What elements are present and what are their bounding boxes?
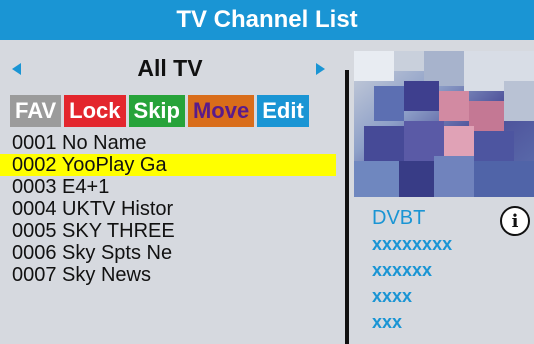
channel-info: DVBT xxxxxxxx xxxxxx xxxx xxx <box>372 205 452 335</box>
fav-button[interactable]: FAV <box>10 95 62 127</box>
lock-button[interactable]: Lock <box>64 95 126 127</box>
channel-pane: All TV FAV Lock Skip Move Edit 0001 No N… <box>0 40 340 344</box>
page-title: TV Channel List <box>176 6 358 33</box>
function-buttons: FAV Lock Skip Move Edit <box>10 95 312 127</box>
edit-button[interactable]: Edit <box>257 95 309 127</box>
channel-list-screen: TV Channel List All TV FAV Lock Skip Mov… <box>0 0 534 344</box>
right-arrow-icon[interactable] <box>316 63 325 75</box>
title-bar: TV Channel List <box>0 0 534 40</box>
channel-item[interactable]: 0003 E4+1 <box>0 176 336 198</box>
scrollbar[interactable] <box>345 70 349 344</box>
info-icon[interactable]: i <box>500 206 530 236</box>
info-line: xxxxxx <box>372 260 433 280</box>
info-type: DVBT <box>372 207 426 229</box>
group-selector[interactable]: All TV <box>0 48 340 88</box>
info-line: xxx <box>372 312 403 332</box>
channel-item[interactable]: 0006 Sky Spts Ne <box>0 242 336 264</box>
info-line: xxxxxxxx <box>372 234 453 254</box>
channel-item[interactable]: 0004 UKTV Histor <box>0 198 336 220</box>
skip-button[interactable]: Skip <box>128 95 185 127</box>
move-button[interactable]: Move <box>187 95 255 127</box>
channel-item[interactable]: 0007 Sky News <box>0 264 336 286</box>
info-glyph: i <box>511 210 519 232</box>
video-preview <box>354 51 534 197</box>
info-line: xxxx <box>372 286 413 306</box>
channel-item-selected[interactable]: 0002 YooPlay Ga <box>0 154 336 176</box>
channel-item[interactable]: 0005 SKY THREE <box>0 220 336 242</box>
group-name: All TV <box>137 54 203 81</box>
channel-list: 0001 No Name 0002 YooPlay Ga 0003 E4+1 0… <box>0 132 336 286</box>
channel-item[interactable]: 0001 No Name <box>0 132 336 154</box>
preview-pane: DVBT xxxxxxxx xxxxxx xxxx xxx i <box>354 40 534 344</box>
